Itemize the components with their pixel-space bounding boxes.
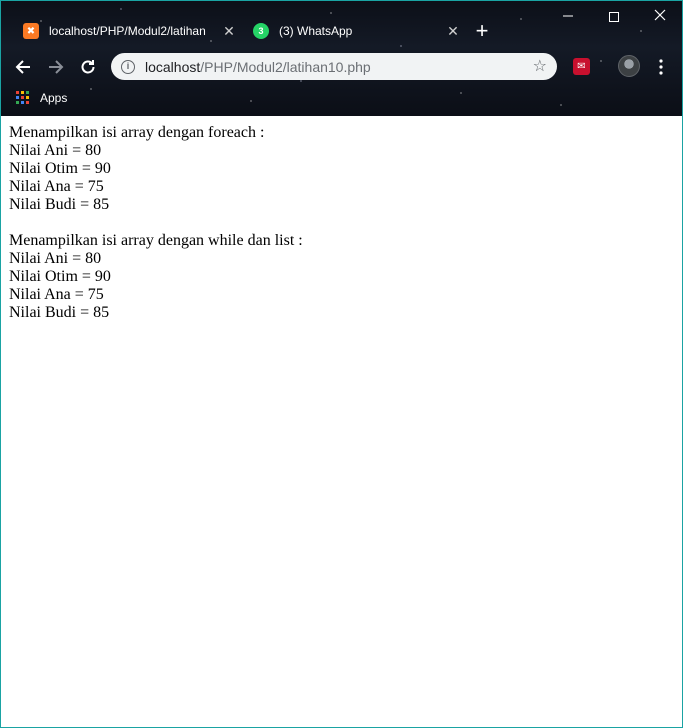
value-line: Nilai Ani = 80 [9, 142, 102, 159]
info-icon[interactable]: i [121, 59, 135, 74]
tab-title: (3) WhatsApp [279, 24, 353, 38]
section-heading: Menampilkan isi array dengan while dan l… [9, 232, 303, 249]
reload-icon [81, 60, 95, 74]
tab-localhost[interactable]: ✖ localhost/PHP/Modul2/latihan ✕ [11, 15, 239, 47]
arrow-right-icon [49, 60, 64, 74]
extension-icon[interactable]: ✉ [573, 58, 590, 75]
maximize-button[interactable] [591, 5, 637, 27]
apps-label: Apps [40, 91, 68, 105]
page-content: Menampilkan isi array dengan foreach : N… [1, 116, 682, 727]
xampp-icon: ✖ [23, 23, 39, 39]
line-break [9, 214, 674, 232]
star-icon[interactable]: ☆ [533, 56, 547, 76]
tab-title: localhost/PHP/Modul2/latihan [49, 24, 206, 38]
section-heading: Menampilkan isi array dengan foreach : [9, 124, 265, 141]
arrow-left-icon [15, 60, 30, 74]
value-line: Nilai Otim = 90 [9, 160, 111, 177]
close-icon [654, 9, 666, 21]
avatar[interactable] [618, 55, 640, 77]
more-menu-button[interactable] [653, 55, 669, 79]
browser-window: ✖ localhost/PHP/Modul2/latihan ✕ 3 (3) W… [0, 0, 683, 728]
value-line: Nilai Budi = 85 [9, 196, 110, 213]
apps-bookmark[interactable]: Apps [16, 89, 67, 107]
url-host: localhost [145, 58, 201, 75]
value-line: Nilai Ana = 75 [9, 178, 104, 195]
window-close-button[interactable] [637, 5, 682, 27]
back-button[interactable] [11, 55, 35, 79]
kebab-menu-icon [659, 59, 663, 75]
reload-button[interactable] [76, 55, 100, 79]
forward-button[interactable] [44, 55, 68, 79]
close-icon[interactable]: ✕ [219, 23, 239, 40]
whatsapp-icon: 3 [253, 23, 269, 39]
maximize-icon [609, 12, 619, 23]
value-line: Nilai Ana = 75 [9, 286, 104, 303]
new-tab-button[interactable]: + [471, 17, 493, 45]
minimize-button[interactable] [545, 5, 591, 27]
address-bar[interactable]: i localhost/PHP/Modul2/latihan10.php ☆ [111, 53, 557, 80]
value-line: Nilai Ani = 80 [9, 250, 102, 267]
tab-whatsapp[interactable]: 3 (3) WhatsApp ✕ [241, 15, 463, 47]
minimize-icon [563, 15, 573, 17]
apps-grid-icon [16, 91, 30, 105]
browser-chrome: ✖ localhost/PHP/Modul2/latihan ✕ 3 (3) W… [1, 1, 682, 116]
close-icon[interactable]: ✕ [443, 23, 463, 40]
value-line: Nilai Budi = 85 [9, 304, 110, 321]
value-line: Nilai Otim = 90 [9, 268, 111, 285]
url-path: /PHP/Modul2/latihan10.php [200, 58, 371, 75]
